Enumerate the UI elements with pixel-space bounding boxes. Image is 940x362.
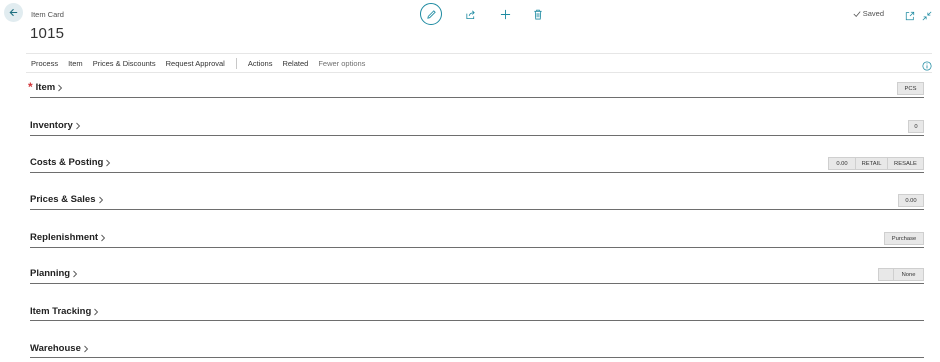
- page-caption: Item Card: [31, 10, 64, 19]
- section-header-inventory[interactable]: Inventory: [30, 120, 81, 131]
- open-new-window-button[interactable]: [905, 8, 915, 26]
- section-title: Inventory: [30, 120, 73, 131]
- top-actions: [420, 3, 543, 25]
- summary-chip[interactable]: RESALE: [888, 157, 924, 170]
- section-title: Item: [35, 82, 56, 93]
- section-header-prices-sales[interactable]: Prices & Sales: [30, 194, 104, 205]
- record-title: 1015: [30, 25, 65, 42]
- summary-chip[interactable]: RETAIL: [856, 157, 888, 170]
- chevron-right-icon: [75, 122, 80, 129]
- section-inventory: Inventory 0: [30, 120, 924, 136]
- edit-button[interactable]: [420, 3, 442, 25]
- saved-label: Saved: [862, 9, 884, 18]
- section-header-costs-posting[interactable]: Costs & Posting: [30, 157, 111, 168]
- share-button[interactable]: [465, 9, 476, 20]
- section-warehouse: Warehouse: [30, 343, 924, 358]
- section-header-warehouse[interactable]: Warehouse: [30, 343, 89, 354]
- section-title: Costs & Posting: [30, 157, 104, 168]
- section-header-item[interactable]: * Item: [28, 80, 63, 94]
- summary-chip[interactable]: 0: [908, 120, 924, 133]
- summary-chip[interactable]: None: [894, 268, 924, 281]
- fewer-options-button[interactable]: Fewer options: [313, 59, 370, 68]
- chevron-right-icon: [94, 308, 99, 315]
- section-planning: Planning None: [30, 268, 924, 284]
- section-title: Item Tracking: [30, 306, 92, 317]
- section-summary: 0: [908, 120, 924, 133]
- delete-button[interactable]: [533, 9, 543, 20]
- action-request-approval[interactable]: Request Approval: [161, 59, 230, 68]
- required-indicator: *: [28, 80, 33, 94]
- chevron-right-icon: [73, 270, 78, 277]
- section-item: * Item PCS: [28, 80, 924, 98]
- section-summary: PCS: [897, 82, 924, 95]
- arrow-left-icon: [9, 8, 18, 17]
- chevron-right-icon: [58, 84, 63, 91]
- section-header-replenishment[interactable]: Replenishment: [30, 232, 106, 243]
- chevron-right-icon: [106, 159, 111, 166]
- section-title: Replenishment: [30, 232, 99, 243]
- section-item-tracking: Item Tracking: [30, 306, 924, 321]
- chevron-right-icon: [98, 196, 103, 203]
- section-summary: Purchase: [884, 232, 924, 245]
- collapse-icon: [922, 11, 932, 21]
- checkmark-icon: [853, 10, 861, 17]
- open-in-new-window-icon: [905, 11, 915, 21]
- action-bar: Process Item Prices & Discounts Request …: [26, 53, 932, 73]
- pencil-icon: [426, 9, 436, 19]
- back-button[interactable]: [4, 3, 23, 22]
- summary-chip[interactable]: PCS: [897, 82, 924, 95]
- action-item[interactable]: Item: [63, 59, 88, 68]
- share-icon: [466, 10, 475, 19]
- action-process[interactable]: Process: [26, 59, 63, 68]
- summary-chip[interactable]: 0.00: [898, 194, 924, 207]
- section-costs-posting: Costs & Posting 0.00 RETAIL RESALE: [30, 157, 924, 173]
- summary-chip[interactable]: Purchase: [884, 232, 924, 245]
- section-summary: None: [878, 268, 924, 281]
- summary-chip[interactable]: 0.00: [828, 157, 856, 170]
- summary-chip[interactable]: [878, 268, 894, 281]
- section-title: Prices & Sales: [30, 194, 96, 205]
- action-related[interactable]: Related: [277, 59, 313, 68]
- section-summary: 0.00 RETAIL RESALE: [828, 157, 924, 170]
- section-header-item-tracking[interactable]: Item Tracking: [30, 306, 99, 317]
- section-replenishment: Replenishment Purchase: [30, 232, 924, 248]
- section-summary: 0.00: [898, 194, 924, 207]
- new-button[interactable]: [500, 9, 511, 20]
- collapse-button[interactable]: [922, 8, 932, 26]
- info-button[interactable]: [922, 58, 932, 76]
- plus-icon: [500, 9, 511, 19]
- action-separator: [235, 57, 237, 69]
- section-prices-sales: Prices & Sales 0.00: [30, 194, 924, 210]
- section-title: Warehouse: [30, 343, 81, 354]
- chevron-right-icon: [84, 345, 88, 352]
- section-title: Planning: [30, 268, 71, 279]
- section-header-planning[interactable]: Planning: [30, 268, 78, 279]
- saved-status: Saved: [853, 9, 884, 18]
- action-actions[interactable]: Actions: [243, 59, 278, 68]
- info-icon: [922, 61, 932, 71]
- action-prices-discounts[interactable]: Prices & Discounts: [88, 59, 161, 68]
- trash-icon: [534, 9, 542, 19]
- chevron-right-icon: [101, 234, 106, 241]
